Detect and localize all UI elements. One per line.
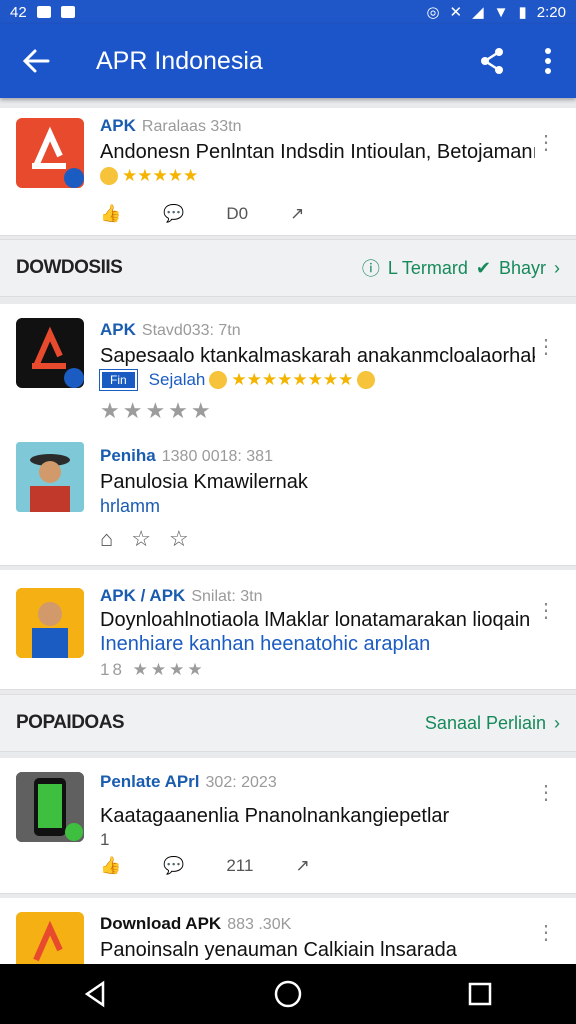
comment-count: D0: [226, 204, 249, 223]
page-title: APR Indonesia: [96, 46, 263, 75]
share-item-button[interactable]: ↗: [290, 204, 304, 224]
recents-nav-icon[interactable]: [465, 979, 495, 1009]
notification-icon: [36, 6, 51, 18]
tag: Sejalah: [148, 370, 206, 389]
download-row-3[interactable]: APK / APK Snilat: 3tn Doynloahlnotiaola l…: [0, 570, 576, 690]
navigation-bar: [0, 964, 576, 1024]
download-row-2[interactable]: Peniha 1380 0018: 381 Panulosia Kmawilern…: [0, 426, 576, 556]
item-menu-icon[interactable]: ⋮: [536, 337, 556, 357]
avatar: [16, 442, 84, 512]
grin-icon: [357, 371, 376, 389]
bluetooth-icon: ✕: [449, 4, 463, 21]
more-options-button[interactable]: [520, 33, 576, 89]
downloads-card: APK Stavd033: 7tn Sapesaalo ktankalmaskar…: [0, 304, 576, 566]
rating-stars: ★★★★★: [100, 166, 198, 186]
comment-count: 211: [226, 856, 254, 875]
popular-row-1[interactable]: Penlate APrl 302: 2023 Kaatagaanenlia Pna…: [0, 758, 576, 894]
item-description: Panulosia Kmawilernak: [100, 471, 308, 493]
like-button[interactable]: 👍: [100, 204, 121, 224]
home-nav-icon[interactable]: [273, 979, 303, 1009]
rating-stars: ★★★★★★★★: [231, 370, 354, 389]
app-logo-icon: [16, 118, 84, 188]
downloads-section-title: DOWDOSIIS: [16, 257, 123, 278]
downloads-section-link[interactable]: ⓘ L Termard ✔ Bhayr ›: [362, 255, 560, 281]
chevron-right-icon: ›: [554, 712, 560, 733]
more-vert-icon: [545, 48, 551, 74]
grey-stars: ★★★★: [132, 660, 206, 679]
item-menu-icon[interactable]: ⋮: [536, 783, 556, 803]
item-title[interactable]: APK Raralaas 33tn: [100, 116, 242, 136]
info-icon: ⓘ: [361, 259, 380, 279]
share-item-button[interactable]: ↗: [295, 856, 309, 876]
home-icon[interactable]: ⌂: [100, 526, 113, 552]
back-nav-icon[interactable]: [81, 979, 111, 1009]
app-bar: APR Indonesia: [0, 24, 576, 98]
comment-button[interactable]: 💬: [163, 204, 184, 224]
chevron-right-icon: ›: [554, 257, 560, 278]
item-menu-icon[interactable]: ⋮: [536, 923, 556, 943]
status-left-label: 42: [10, 3, 27, 21]
status-bar: 42 ◎ ✕ ◢ ▼ ▮ 2:20: [0, 0, 576, 24]
star-outline-icon[interactable]: ☆: [131, 526, 151, 552]
battery-icon: ▮: [518, 4, 527, 21]
count: 18: [100, 660, 125, 679]
item-description: Doynloahlnotiaola lMaklar lonatamarakan …: [100, 609, 531, 631]
sync-icon: ◎: [426, 4, 440, 21]
star-outline-icon[interactable]: ☆: [169, 526, 189, 552]
item-menu-icon[interactable]: ⋮: [536, 133, 556, 153]
item-description: Panoinsaln yenauman Calkiain lnsarada: [100, 939, 457, 961]
downloads-section-header: DOWDOSIIS ⓘ L Termard ✔ Bhayr ›: [0, 239, 576, 297]
popular-section-link[interactable]: Sanaal Perliain ›: [425, 713, 560, 734]
top-item-card[interactable]: APK Raralaas 33tn Andonesn Penlntan Indsd…: [0, 108, 576, 236]
share-button[interactable]: [464, 33, 520, 89]
back-button[interactable]: [0, 24, 72, 98]
smile-icon: [209, 371, 228, 389]
comment-button[interactable]: 💬: [163, 856, 184, 876]
like-button[interactable]: 👍: [100, 856, 121, 876]
phone-icon: [16, 772, 84, 842]
smile-icon: [100, 167, 118, 185]
app-logo-icon: [16, 912, 84, 964]
image-icon: [60, 6, 75, 18]
content: APK Raralaas 33tn Andonesn Penlntan Indsd…: [0, 98, 576, 964]
app-logo-icon: [16, 588, 84, 658]
app-logo-icon: [16, 318, 84, 388]
badge: Fin: [100, 370, 137, 390]
grey-stars: ★★★★★: [100, 398, 214, 423]
count: 1: [100, 830, 110, 849]
item-menu-icon[interactable]: ⋮: [536, 601, 556, 621]
wifi-icon: ▼: [493, 3, 509, 21]
item-description: Andonesn Penlntan Indsdin Intioulan, Bet…: [100, 141, 535, 163]
arrow-left-icon: [22, 49, 50, 73]
popular-section-header: POPAIDOAS Sanaal Perliain ›: [0, 694, 576, 752]
signal-icon: ◢: [472, 4, 484, 21]
check-icon: ✔: [475, 257, 491, 278]
time: 2:20: [536, 3, 566, 21]
item-description: Sapesaalo ktankalmaskarah anakanmcloalao…: [100, 345, 535, 367]
popular-section-title: POPAIDOAS: [16, 712, 125, 733]
item-description: Kaatagaanenlia Pnanolnankangiepetlar: [100, 805, 450, 827]
item-sub: hrlamm: [100, 496, 161, 516]
download-row-1[interactable]: APK Stavd033: 7tn Sapesaalo ktankalmaskar…: [0, 304, 576, 424]
item-description-2: Inenhiare kanhan heenatohic araplan: [100, 633, 431, 655]
share-icon: [481, 48, 503, 74]
popular-row-2[interactable]: Download APK 883 .30K Panoinsaln yenauman…: [0, 898, 576, 964]
